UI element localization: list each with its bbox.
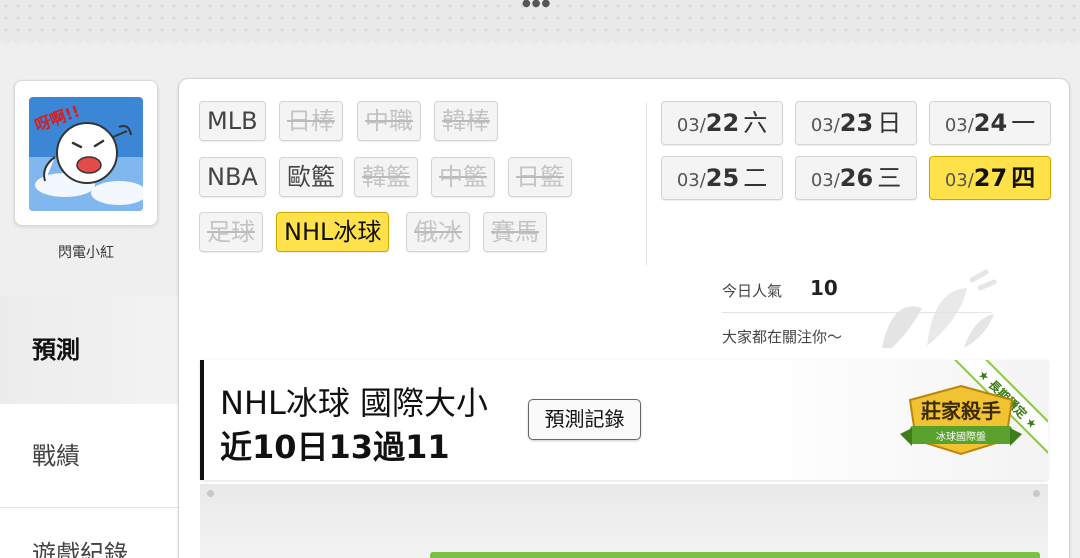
lower-content-area (200, 484, 1048, 558)
sport-chip-nba[interactable]: NBA (199, 157, 266, 197)
sport-chip-euro-basketball[interactable]: 歐籃 (279, 157, 343, 197)
sport-chip-khl: 俄冰 (406, 212, 470, 252)
popularity-divider (722, 312, 992, 313)
sport-chip-kbo: 韓棒 (434, 101, 498, 141)
mascot-watermark-icon (882, 269, 997, 348)
sport-chip-mlb[interactable]: MLB (199, 101, 266, 141)
date-0323[interactable]: 03/23 日 (795, 101, 917, 145)
record-summary: 近10日13過11 (220, 428, 450, 466)
progress-bar-top (430, 552, 1040, 558)
record-title: NHL冰球 國際大小 (220, 384, 489, 422)
panel-divider (646, 102, 647, 266)
pin-left-icon (207, 490, 214, 497)
popularity-label: 今日人氣 (722, 282, 783, 300)
sport-chip-japan-basketball: 日籃 (508, 157, 572, 197)
svg-text:冰球國際盤: 冰球國際盤 (936, 430, 986, 443)
date-0322[interactable]: 03/22 六 (661, 101, 783, 145)
tab-record[interactable]: 戰績 (0, 404, 178, 508)
sport-chip-nhl[interactable]: NHL冰球 (276, 212, 390, 252)
sport-chip-soccer: 足球 (199, 212, 263, 252)
date-0327-selected[interactable]: 03/27 四 (929, 156, 1051, 200)
scalloped-edge (0, 38, 1080, 46)
date-0324[interactable]: 03/24 一 (929, 101, 1051, 145)
svg-text:莊家殺手: 莊家殺手 (921, 399, 1001, 423)
top-decoration: ●●● (0, 0, 1080, 46)
tab-predict[interactable]: 預測 (0, 296, 178, 404)
date-0326[interactable]: 03/26 三 (795, 156, 917, 200)
pager-dots: ●●● (522, 0, 552, 9)
avatar-card[interactable]: 呀啊!! (14, 80, 158, 226)
username: 閃電小紅 (58, 245, 114, 261)
sport-chip-npb: 日棒 (279, 101, 343, 141)
popularity-value: 10 (810, 276, 838, 300)
avatar: 呀啊!! (29, 97, 143, 211)
sport-chip-china-basketball: 中籃 (431, 157, 495, 197)
bookmaker-killer-emblem-icon: 莊家殺手 冰球國際盤 (900, 384, 1022, 456)
sport-chip-cpbl: 中職 (357, 101, 421, 141)
pin-right-icon (1033, 490, 1040, 497)
tab-game-history[interactable]: 遊戲紀錄 (0, 508, 178, 558)
sport-chip-horse-racing: 賽馬 (483, 212, 547, 252)
sport-chip-korea-basketball: 韓籃 (354, 157, 418, 197)
date-0325[interactable]: 03/25 二 (661, 156, 783, 200)
prediction-record-button[interactable]: 預測記錄 (528, 399, 641, 440)
popularity-message: 大家都在關注你～ (722, 328, 843, 346)
